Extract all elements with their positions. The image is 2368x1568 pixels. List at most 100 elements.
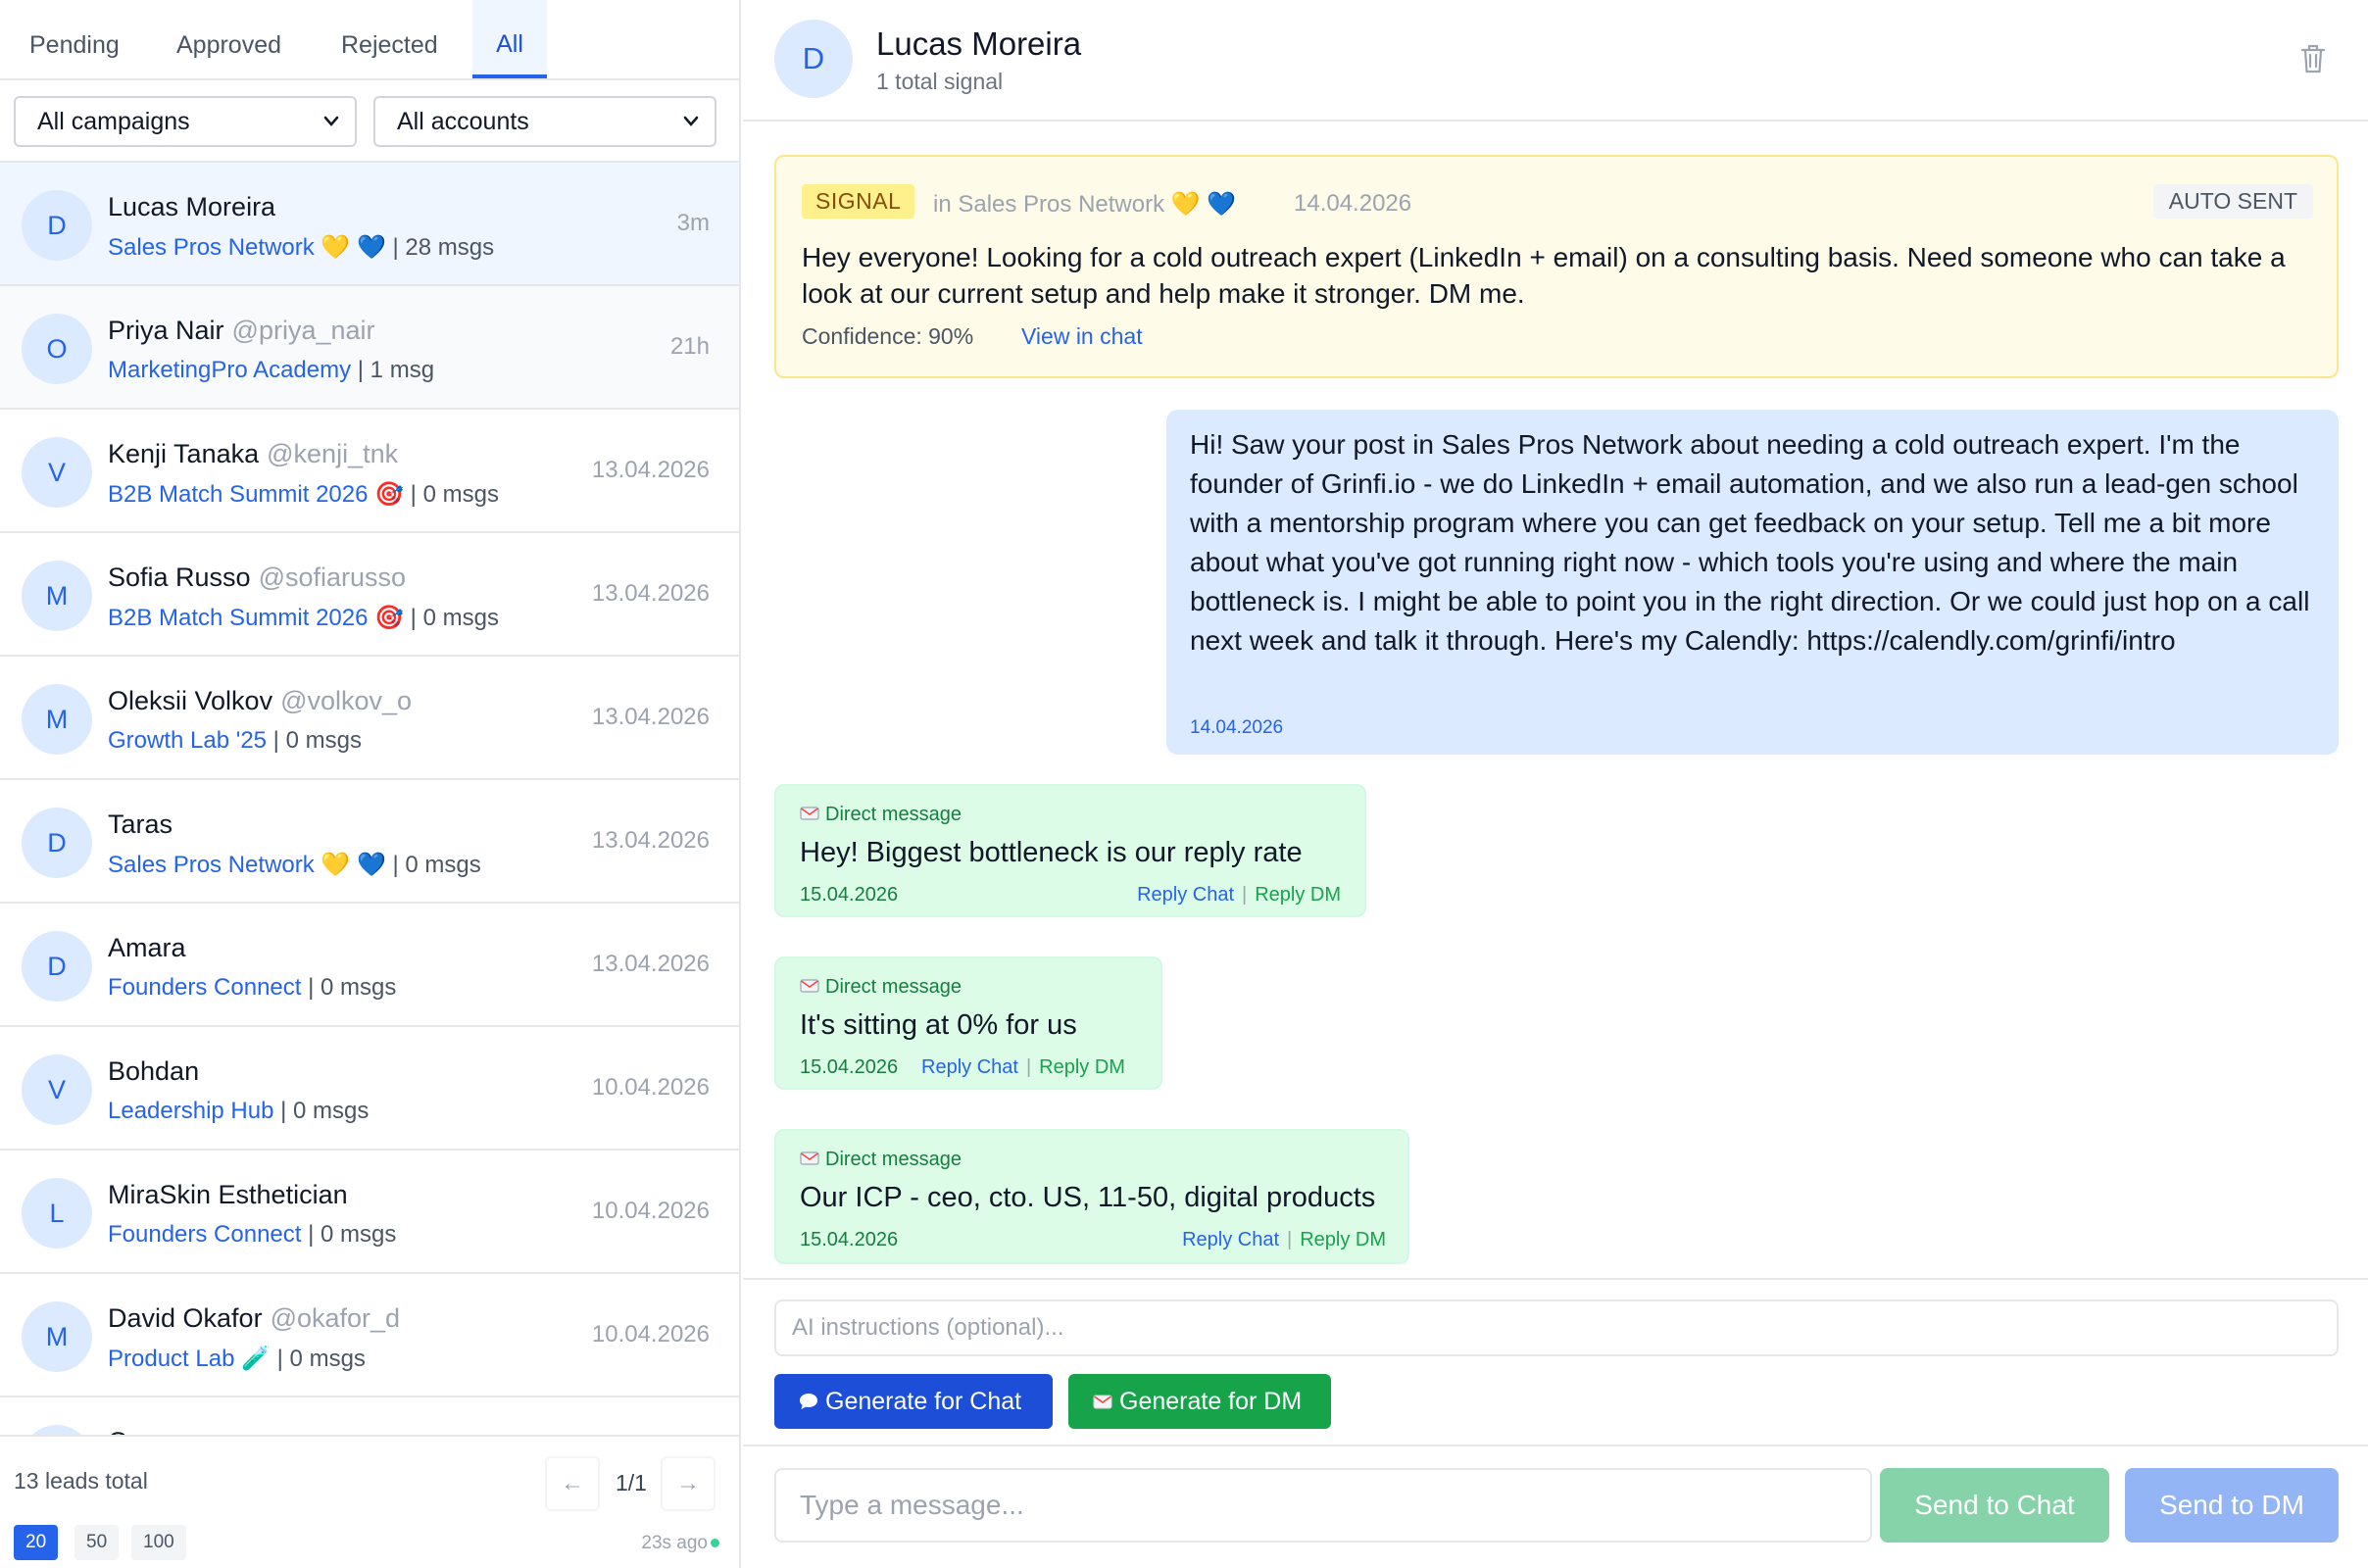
confidence-score: Confidence: 90% xyxy=(802,323,974,349)
campaign-link[interactable]: Leadership Hub xyxy=(108,1098,273,1124)
lead-name: O xyxy=(108,1427,128,1435)
campaign-link[interactable]: MarketingPro Academy xyxy=(108,357,351,383)
avatar: V xyxy=(22,437,92,508)
prev-page-button[interactable]: ← xyxy=(545,1456,600,1511)
lead-item[interactable]: M Sofia Russo @sofiarusso B2B Match Summi… xyxy=(0,533,739,657)
campaign-link[interactable]: Sales Pros Network 💛 💙 xyxy=(108,234,386,261)
page-indicator: 1/1 xyxy=(616,1470,647,1495)
tab-rejected[interactable]: Rejected xyxy=(329,0,450,78)
lead-time: 13.04.2026 xyxy=(591,704,710,730)
lead-campaign: Founders Connect | 0 msgs xyxy=(108,1221,397,1248)
lead-time: 13.04.2026 xyxy=(591,827,710,854)
campaign-link[interactable]: B2B Match Summit 2026 🎯 xyxy=(108,605,404,631)
send-to-dm-button[interactable]: Send to DM xyxy=(2125,1468,2339,1543)
campaign-select-value: All campaigns xyxy=(37,108,190,135)
lead-list: D Lucas Moreira Sales Pros Network 💛 💙 |… xyxy=(0,163,739,1435)
envelope-icon xyxy=(800,807,819,820)
campaign-link[interactable]: Founders Connect xyxy=(108,1221,301,1248)
conversation-panel: D Lucas Moreira 1 total signal SIGNAL in… xyxy=(743,0,2368,1568)
envelope-icon xyxy=(1093,1395,1112,1409)
envelope-icon xyxy=(800,979,819,993)
send-to-chat-button[interactable]: Send to Chat xyxy=(1880,1468,2109,1543)
lead-item[interactable]: V Bohdan Leadership Hub | 0 msgs 10.04.2… xyxy=(0,1027,739,1151)
lead-item[interactable]: O xyxy=(0,1397,739,1435)
campaign-link[interactable]: Product Lab 🧪 xyxy=(108,1346,271,1372)
message-thread: SIGNAL in Sales Pros Network 💛 💙 14.04.2… xyxy=(743,122,2368,1278)
page-size-50[interactable]: 50 xyxy=(74,1525,120,1560)
message-time: 14.04.2026 xyxy=(1190,717,1284,738)
tab-all[interactable]: All xyxy=(472,0,547,78)
campaign-link[interactable]: Sales Pros Network 💛 💙 xyxy=(108,852,386,878)
lead-time: 10.04.2026 xyxy=(591,1074,710,1101)
campaign-link[interactable]: Growth Lab '25 xyxy=(108,727,267,754)
avatar: D xyxy=(774,20,853,98)
signal-card: SIGNAL in Sales Pros Network 💛 💙 14.04.2… xyxy=(774,155,2339,378)
dm-label: Direct message xyxy=(800,976,962,999)
incoming-dm: Direct message Hey! Biggest bottleneck i… xyxy=(774,784,1366,917)
lead-time: 13.04.2026 xyxy=(591,457,710,483)
tab-pending[interactable]: Pending xyxy=(18,0,131,78)
lead-name: Amara xyxy=(108,933,186,962)
signal-source: in Sales Pros Network 💛 💙 xyxy=(933,191,1237,218)
lead-item[interactable]: D Lucas Moreira Sales Pros Network 💛 💙 |… xyxy=(0,163,739,286)
signal-count: 1 total signal xyxy=(876,69,1004,94)
lead-item[interactable]: V Kenji Tanaka @kenji_tnk B2B Match Summi… xyxy=(0,410,739,533)
lead-campaign: B2B Match Summit 2026 🎯 | 0 msgs xyxy=(108,605,499,631)
avatar: M xyxy=(22,561,92,631)
lead-name: Kenji Tanaka @kenji_tnk xyxy=(108,439,399,468)
campaign-link[interactable]: Founders Connect xyxy=(108,974,301,1001)
reply-dm-button[interactable]: Reply DM xyxy=(1039,1056,1125,1078)
lead-campaign: Leadership Hub | 0 msgs xyxy=(108,1098,370,1124)
lead-item[interactable]: D Amara Founders Connect | 0 msgs 13.04.… xyxy=(0,904,739,1027)
lead-name: David Okafor @okafor_d xyxy=(108,1303,401,1333)
dm-actions: Reply Chat | Reply DM xyxy=(921,1056,1125,1078)
campaign-link[interactable]: B2B Match Summit 2026 🎯 xyxy=(108,481,404,508)
trash-icon[interactable] xyxy=(2297,41,2329,76)
lead-time: 21h xyxy=(669,333,710,360)
lead-item[interactable]: M Oleksii Volkov @volkov_o Growth Lab '25… xyxy=(0,657,739,780)
reply-dm-button[interactable]: Reply DM xyxy=(1255,884,1341,906)
lead-campaign: Sales Pros Network 💛 💙 | 28 msgs xyxy=(108,234,495,261)
generate-for-dm-button[interactable]: Generate for DM xyxy=(1068,1374,1331,1429)
generate-for-chat-button[interactable]: Generate for Chat xyxy=(774,1374,1053,1429)
lead-item[interactable]: D Taras Sales Pros Network 💛 💙 | 0 msgs … xyxy=(0,780,739,904)
account-select[interactable]: All accounts xyxy=(373,96,716,147)
dm-label: Direct message xyxy=(800,1149,962,1171)
lead-campaign: Founders Connect | 0 msgs xyxy=(108,974,397,1001)
page-size-20[interactable]: 20 xyxy=(14,1525,59,1560)
reply-dm-button[interactable]: Reply DM xyxy=(1300,1229,1386,1250)
message-text: Hi! Saw your post in Sales Pros Network … xyxy=(1190,429,2310,656)
reply-chat-button[interactable]: Reply Chat xyxy=(921,1056,1018,1078)
status-badge: AUTO SENT xyxy=(2152,184,2313,219)
view-in-chat-link[interactable]: View in chat xyxy=(1021,323,1143,350)
reply-chat-button[interactable]: Reply Chat xyxy=(1182,1229,1279,1250)
lead-item[interactable]: M David Okafor @okafor_d Product Lab 🧪 | … xyxy=(0,1274,739,1397)
lead-name: Oleksii Volkov @volkov_o xyxy=(108,686,413,715)
signal-date: 14.04.2026 xyxy=(1294,190,1412,217)
lead-name: Priya Nair @priya_nair xyxy=(108,316,375,345)
campaign-select[interactable]: All campaigns xyxy=(14,96,357,147)
page-size-100[interactable]: 100 xyxy=(131,1525,186,1560)
lead-time: 3m xyxy=(676,210,710,236)
lead-item[interactable]: L MiraSkin Esthetician Founders Connect … xyxy=(0,1151,739,1274)
avatar: D xyxy=(22,931,92,1002)
message-input[interactable]: Type a message... xyxy=(774,1468,1872,1543)
chevron-down-icon xyxy=(323,116,339,126)
lead-name: Bohdan xyxy=(108,1056,200,1086)
avatar: M xyxy=(22,1301,92,1372)
tab-approved[interactable]: Approved xyxy=(165,0,293,78)
lead-time: 13.04.2026 xyxy=(591,951,710,977)
avatar: D xyxy=(22,808,92,878)
dm-actions: Reply Chat | Reply DM xyxy=(1137,884,1341,906)
next-page-button[interactable]: → xyxy=(661,1456,715,1511)
lead-item[interactable]: O Priya Nair @priya_nair MarketingPro Aca… xyxy=(0,286,739,410)
filters-bar: All campaigns All accounts xyxy=(0,80,739,163)
account-select-value: All accounts xyxy=(397,108,529,135)
signal-badge: SIGNAL xyxy=(802,184,915,219)
lead-name: Sofia Russo @sofiarusso xyxy=(108,563,407,592)
ai-instructions-input[interactable]: AI instructions (optional)... xyxy=(774,1299,2339,1356)
incoming-dm: Direct message It's sitting at 0% for us… xyxy=(774,956,1162,1090)
reply-chat-button[interactable]: Reply Chat xyxy=(1137,884,1234,906)
outgoing-message: Hi! Saw your post in Sales Pros Network … xyxy=(1166,410,2339,755)
message-date: 15.04.2026 xyxy=(800,1229,899,1250)
